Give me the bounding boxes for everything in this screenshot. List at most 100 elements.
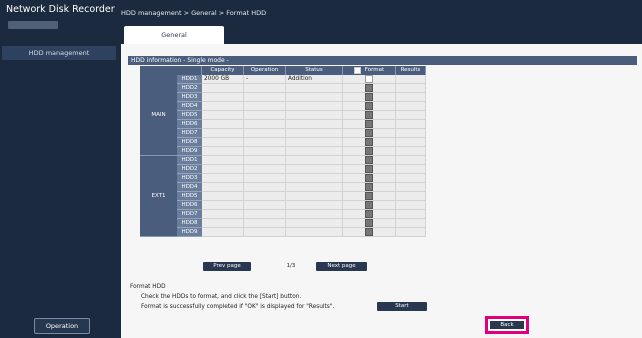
status-cell [286,228,343,237]
results-cell [396,174,426,183]
operation-button[interactable]: Operation [34,318,90,334]
table-row: HDD4 [177,183,426,192]
main-content: HDD information - Single mode - Capacity… [121,44,642,338]
operation-cell [244,102,286,111]
format-checkbox-disabled [365,219,373,227]
format-checkbox[interactable] [365,75,373,83]
format-checkbox-disabled [365,174,373,182]
format-cell [343,210,396,219]
format-instruction-1: Check the HDDs to format, and click the … [141,294,302,300]
capacity-cell [202,192,244,201]
capacity-cell [202,156,244,165]
status-cell [286,201,343,210]
format-cell [343,192,396,201]
capacity-cell [202,93,244,102]
hdd-label: HDD1 [177,156,202,165]
status-cell [286,165,343,174]
results-cell [396,219,426,228]
operation-cell [244,138,286,147]
header-status: Status [286,66,343,75]
back-button[interactable]: Back [490,321,524,329]
operation-cell [244,183,286,192]
hdd-label: HDD3 [177,174,202,183]
back-highlight: Back [485,316,529,334]
table-row: HDD8 [177,219,426,228]
hdd-label: HDD8 [177,219,202,228]
operation-cell [244,156,286,165]
select-all-checkbox[interactable] [353,67,361,74]
breadcrumb: HDD management > General > Format HDD [121,9,267,17]
format-cell [343,129,396,138]
header-operation: Operation [244,66,286,75]
table-row: HDD9 [177,147,426,156]
prev-page-button[interactable]: Prev page [203,262,251,271]
header-capacity: Capacity [202,66,244,75]
table-row: HDD1 2000 GB - Addition [177,75,426,84]
results-cell [396,84,426,93]
operation-cell [244,201,286,210]
next-page-button[interactable]: Next page [316,262,367,271]
hdd-label: HDD6 [177,201,202,210]
operation-cell [244,147,286,156]
format-checkbox-disabled [365,93,373,101]
start-button[interactable]: Start [377,302,427,311]
hdd-label: HDD7 [177,210,202,219]
results-cell [396,201,426,210]
capacity-cell [202,165,244,174]
status-cell [286,210,343,219]
hdd-label: HDD5 [177,192,202,201]
header-format: Format [343,66,396,75]
capacity-cell [202,210,244,219]
status-cell [286,129,343,138]
page-indicator: 1/3 [286,263,296,269]
table-row: HDD1 [177,156,426,165]
format-cell [343,120,396,129]
table-row: HDD3 [177,93,426,102]
results-cell [396,228,426,237]
sidebar-item-hdd-management[interactable]: HDD management [2,46,116,60]
section-title: HDD information - Single mode - [128,56,637,65]
format-cell [343,183,396,192]
hdd-label: HDD9 [177,147,202,156]
capacity-cell: 2000 GB [202,75,244,84]
table-row: HDD3 [177,174,426,183]
format-checkbox-disabled [365,210,373,218]
format-checkbox-disabled [365,228,373,236]
tab-general[interactable]: General [124,26,224,44]
format-checkbox-disabled [365,111,373,119]
table-row: HDD5 [177,111,426,120]
table-row: HDD2 [177,165,426,174]
status-cell [286,192,343,201]
hdd-label: HDD2 [177,165,202,174]
hdd-label: HDD1 [177,75,202,84]
hdd-label: HDD5 [177,111,202,120]
capacity-cell [202,102,244,111]
status-cell [286,120,343,129]
results-cell [396,210,426,219]
hdd-label: HDD2 [177,84,202,93]
format-checkbox-disabled [365,102,373,110]
status-cell [286,156,343,165]
app-window: Network Disk Recorder HDD management Ope… [0,0,642,338]
status-cell [286,93,343,102]
results-cell [396,75,426,84]
format-hdd-title: Format HDD [130,284,166,290]
format-checkbox-disabled [365,129,373,137]
format-cell [343,75,396,84]
results-cell [396,111,426,120]
hdd-label: HDD4 [177,102,202,111]
capacity-cell [202,84,244,93]
format-cell [343,147,396,156]
format-checkbox-disabled [365,120,373,128]
operation-cell [244,111,286,120]
results-cell [396,165,426,174]
operation-cell [244,120,286,129]
capacity-cell [202,183,244,192]
status-cell [286,183,343,192]
format-checkbox-disabled [365,201,373,209]
status-cell [286,84,343,93]
format-checkbox-disabled [365,147,373,155]
capacity-cell [202,120,244,129]
status-cell [286,102,343,111]
format-cell [343,93,396,102]
